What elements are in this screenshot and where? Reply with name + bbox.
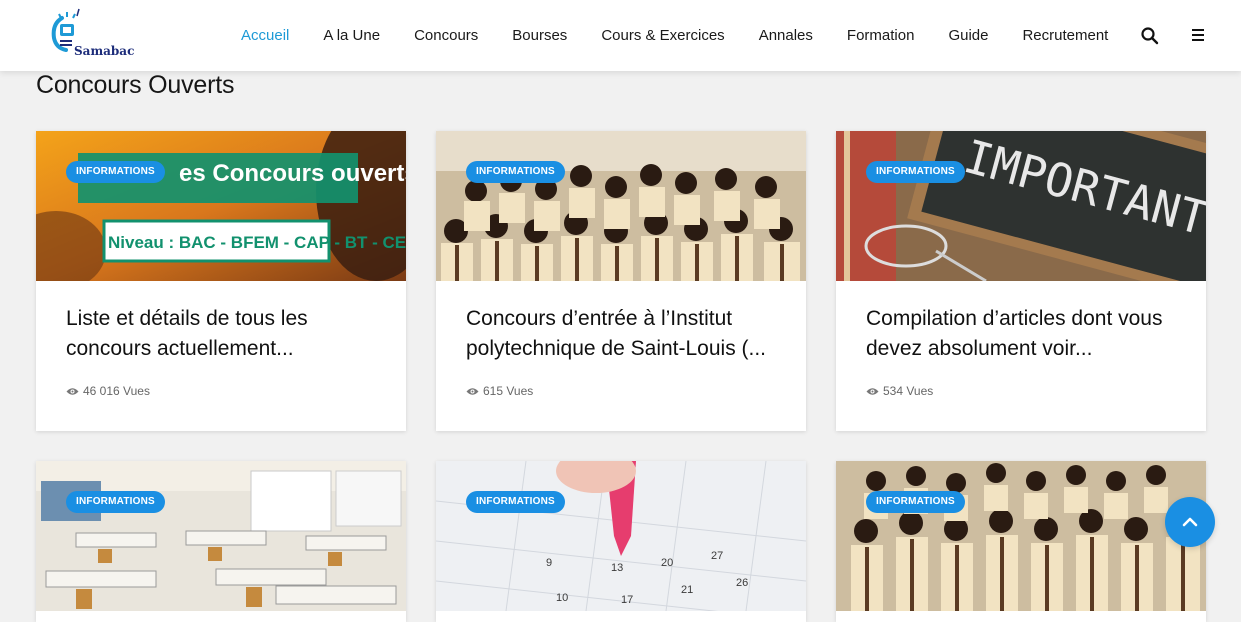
students-group-photo [836, 461, 1206, 611]
nav-item-accueil[interactable]: Accueil [224, 27, 306, 44]
svg-text:9: 9 [546, 557, 552, 569]
article-card[interactable]: INFORMATIONS [36, 461, 406, 622]
view-count-text: 46 016 Vues [83, 384, 150, 398]
view-count: 534 Vues [866, 384, 933, 398]
nav-item-a-la-une[interactable]: A la Une [306, 27, 397, 44]
article-thumbnail[interactable]: INFORMATIONS [836, 461, 1206, 611]
nav-item-cours-exercices[interactable]: Cours & Exercices [584, 27, 741, 44]
article-thumbnail[interactable]: es Concours ouverts Niveau : BAC - BFEM … [36, 131, 406, 281]
article-title[interactable]: Compilation d’articles dont vous devez a… [866, 304, 1186, 364]
eye-icon [66, 387, 79, 395]
svg-text:10: 10 [556, 592, 568, 604]
article-card[interactable]: 9 13 20 27 10 17 21 26 INFORMATIONS [436, 461, 806, 622]
svg-text:13: 13 [611, 562, 623, 574]
search-icon [1141, 27, 1159, 45]
category-badge[interactable]: INFORMATIONS [466, 161, 565, 183]
article-card[interactable]: es Concours ouverts Niveau : BAC - BFEM … [36, 131, 406, 431]
view-count: 46 016 Vues [66, 384, 150, 398]
view-count-text: 534 Vues [883, 384, 934, 398]
category-badge[interactable]: INFORMATIONS [66, 161, 165, 183]
concours-banner-image: es Concours ouverts Niveau : BAC - BFEM … [36, 131, 406, 281]
classroom-photo [36, 461, 406, 611]
svg-text:27: 27 [711, 550, 723, 562]
view-count-text: 615 Vues [483, 384, 534, 398]
article-card[interactable]: INFORMATIONS Concours d’entrée à l’Insti… [436, 131, 806, 431]
nav-item-recrutement[interactable]: Recrutement [1005, 27, 1125, 44]
main-nav: Accueil A la Une Concours Bourses Cours … [224, 0, 1125, 71]
svg-text:26: 26 [736, 577, 748, 589]
site-logo[interactable]: Samabac [50, 8, 140, 60]
category-badge[interactable]: INFORMATIONS [466, 491, 565, 513]
article-card[interactable]: IMPORTANT INFORMATIONS Compilation d’art… [836, 131, 1206, 431]
calendar-marker-photo: 9 13 20 27 10 17 21 26 [436, 461, 806, 611]
important-chalkboard-image: IMPORTANT [836, 131, 1206, 281]
site-header: Samabac Accueil A la Une Concours Bourse… [0, 0, 1241, 71]
chevron-up-icon [1182, 517, 1198, 527]
menu-button[interactable] [1190, 27, 1208, 43]
nav-item-annales[interactable]: Annales [742, 27, 830, 44]
article-thumbnail[interactable]: IMPORTANT INFORMATIONS [836, 131, 1206, 281]
nav-item-bourses[interactable]: Bourses [495, 27, 584, 44]
view-count: 615 Vues [466, 384, 533, 398]
hamburger-menu-icon [1192, 29, 1204, 41]
banner-line2: Niveau : BAC - BFEM - CAP - BT - CEP [108, 233, 406, 252]
svg-text:17: 17 [621, 594, 633, 606]
article-title[interactable]: Liste et détails de tous les concours ac… [66, 304, 386, 364]
scroll-to-top-button[interactable] [1165, 497, 1215, 547]
banner-line1: es Concours ouverts [179, 160, 406, 187]
section-title: Concours Ouverts [36, 71, 235, 99]
svg-text:21: 21 [681, 584, 693, 596]
nav-item-guide[interactable]: Guide [931, 27, 1005, 44]
svg-text:20: 20 [661, 557, 673, 569]
category-badge[interactable]: INFORMATIONS [66, 491, 165, 513]
category-badge[interactable]: INFORMATIONS [866, 161, 965, 183]
logo-text: Samabac [74, 44, 135, 58]
article-thumbnail[interactable]: INFORMATIONS [36, 461, 406, 611]
article-thumbnail[interactable]: INFORMATIONS [436, 131, 806, 281]
students-group-photo [436, 131, 806, 281]
nav-item-concours[interactable]: Concours [397, 27, 495, 44]
eye-icon [866, 387, 879, 395]
article-thumbnail[interactable]: 9 13 20 27 10 17 21 26 INFORMATIONS [436, 461, 806, 611]
article-title[interactable]: Concours d’entrée à l’Institut polytechn… [466, 304, 786, 364]
category-badge[interactable]: INFORMATIONS [866, 491, 965, 513]
nav-item-formation[interactable]: Formation [830, 27, 932, 44]
search-button[interactable] [1140, 26, 1160, 46]
article-card[interactable]: INFORMATIONS [836, 461, 1206, 622]
eye-icon [466, 387, 479, 395]
